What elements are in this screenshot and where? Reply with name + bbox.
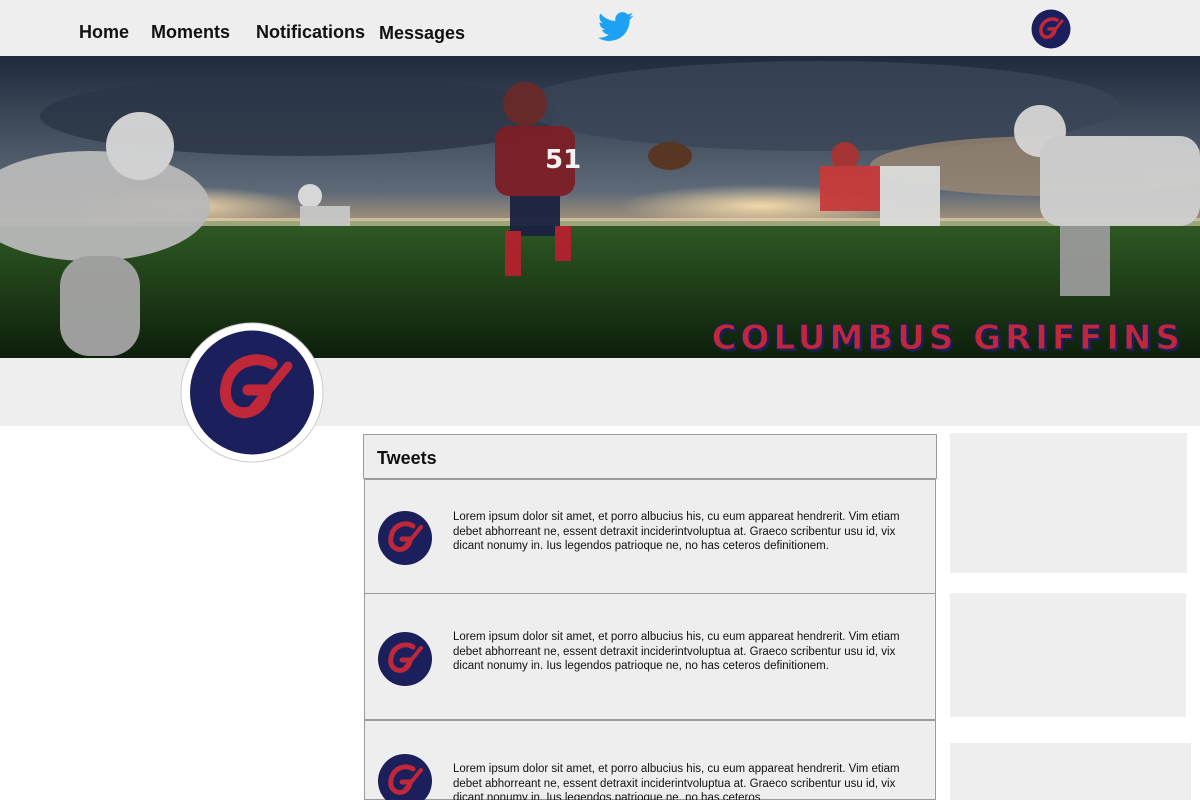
sidebar-panel	[950, 433, 1187, 573]
tweet-item[interactable]: Lorem ipsum dolor sit amet, et porro alb…	[364, 720, 936, 800]
football-banner-image: 51	[0, 56, 1200, 358]
nav-moments[interactable]: Moments	[151, 22, 230, 43]
tweet-author-avatar[interactable]	[377, 753, 433, 800]
nav-notifications[interactable]: Notifications	[256, 22, 365, 43]
tweet-text: Lorem ipsum dolor sit amet, et porro alb…	[453, 763, 900, 800]
account-avatar[interactable]	[1031, 9, 1071, 49]
profile-banner: 51 COLUMBUS GRIFFINS	[0, 56, 1200, 358]
banner-team-name: COLUMBUS GRIFFINS	[711, 318, 1184, 359]
tweet-author-avatar[interactable]	[377, 510, 433, 566]
tweet-text: Lorem ipsum dolor sit amet, et porro alb…	[453, 631, 900, 672]
tweets-header: Tweets	[363, 434, 937, 479]
tweet-item[interactable]: Lorem ipsum dolor sit amet, et porro alb…	[364, 479, 936, 594]
twitter-bird-icon[interactable]	[598, 11, 634, 43]
tweets-title: Tweets	[377, 448, 437, 468]
nav-home[interactable]: Home	[79, 22, 129, 43]
jersey-number: 51	[545, 145, 581, 175]
nav-messages[interactable]: Messages	[379, 23, 465, 44]
tweet-text: Lorem ipsum dolor sit amet, et porro alb…	[453, 511, 900, 552]
sidebar-panel	[950, 593, 1186, 717]
sidebar-panel	[950, 743, 1191, 800]
top-navigation-bar: Home Moments Notifications Messages	[0, 0, 1200, 56]
tweet-author-avatar[interactable]	[377, 631, 433, 687]
profile-avatar[interactable]	[180, 322, 324, 463]
tweet-item[interactable]: Lorem ipsum dolor sit amet, et porro alb…	[364, 593, 936, 720]
